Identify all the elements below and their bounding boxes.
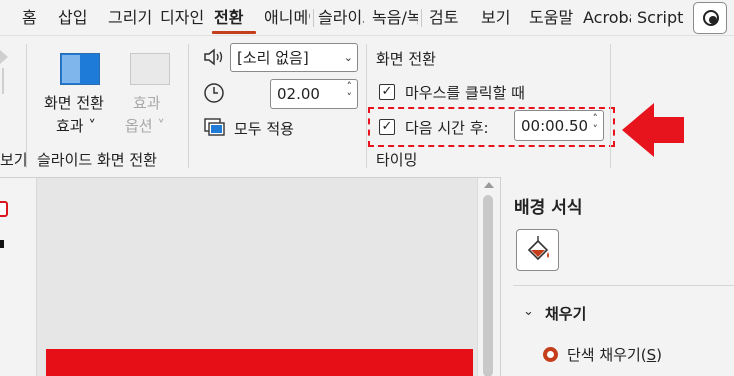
fill-tab-button[interactable] <box>516 229 559 271</box>
tab-home[interactable]: 홈 <box>22 6 44 30</box>
group-separator <box>26 44 27 168</box>
chevron-down-icon: ⌄ <box>343 51 353 64</box>
tab-view[interactable]: 보기 <box>481 6 521 30</box>
slide-thumbnail-strip[interactable] <box>0 178 37 376</box>
group-separator <box>366 44 367 168</box>
effect-options-icon[interactable] <box>130 53 170 85</box>
solid-fill-radio[interactable] <box>543 347 558 362</box>
effect-options-dropdown-label[interactable]: 옵션 ˅ <box>125 115 165 136</box>
tab-transitions[interactable]: 전환 <box>214 6 256 30</box>
format-background-pane: 배경 서식 ⌄ 채우기 단색 채우기(S) <box>500 177 734 376</box>
tab-help[interactable]: 도움말 <box>529 6 575 30</box>
workspace <box>0 177 500 376</box>
vertical-scrollbar[interactable] <box>477 178 500 376</box>
slide-thumbnail-icon[interactable] <box>0 201 8 217</box>
tab-design[interactable]: 디자인 <box>160 6 206 30</box>
tab-acrobat[interactable]: Acrobat <box>583 6 631 30</box>
sound-select[interactable]: [소리 없음] ⌄ <box>230 43 358 72</box>
red-arrow-icon <box>620 101 686 163</box>
slide-canvas[interactable] <box>37 178 477 376</box>
spin-arrows-icon[interactable]: ˄ ˅ <box>347 81 353 103</box>
tab-insert[interactable]: 삽입 <box>58 6 96 30</box>
transition-effect-dropdown-label[interactable]: 효과 ˅ <box>56 115 96 136</box>
effect-options-label[interactable]: 효과 <box>133 92 161 113</box>
powerpoint-window: 홈 삽입 그리기 디자인 전환 애니메이션 슬라이드 쇼 녹음/녹화 검토 보기… <box>0 0 734 376</box>
fill-section-header[interactable]: 채우기 <box>545 303 586 324</box>
active-tab-indicator <box>212 31 256 34</box>
partial-group-label: 보기 <box>0 151 28 169</box>
record-button[interactable] <box>693 2 727 34</box>
on-mouse-click-label[interactable]: 마우스를 클릭할 때 <box>405 82 525 103</box>
chevron-down-icon[interactable]: ⌄ <box>523 304 534 319</box>
group-label-timing: 타이밍 <box>376 151 418 169</box>
record-icon <box>703 10 719 26</box>
duration-spinner[interactable]: 02.00 ˄ ˅ <box>270 79 358 109</box>
solid-fill-label[interactable]: 단색 채우기(S) <box>567 344 662 365</box>
ribbon: 보기 화면 전환 효과 ˅ 효과 옵션 ˅ 슬라이드 화면 전환 [소리 없음]… <box>0 36 734 176</box>
clock-icon <box>203 82 225 104</box>
transition-effect-label[interactable]: 화면 전환 <box>44 92 104 113</box>
tab-slide-show[interactable]: 슬라이드 쇼 <box>318 6 364 30</box>
group-separator <box>188 44 189 168</box>
scrollbar-thumb[interactable] <box>483 195 493 376</box>
duration-value: 02.00 <box>277 85 320 103</box>
highlight-annotation-box <box>368 107 615 147</box>
tab-separator <box>421 9 422 27</box>
transition-effect-icon[interactable] <box>60 53 100 85</box>
tab-draw[interactable]: 그리기 <box>108 6 152 30</box>
advance-slide-header: 화면 전환 <box>376 50 436 68</box>
paint-bucket-icon <box>527 236 549 261</box>
group-separator <box>610 44 611 168</box>
on-mouse-click-checkbox[interactable]: ✓ <box>379 84 395 100</box>
sound-icon <box>203 47 225 67</box>
tab-review[interactable]: 검토 <box>429 6 469 30</box>
tab-script[interactable]: Script <box>637 6 687 30</box>
ribbon-tab-bar: 홈 삽입 그리기 디자인 전환 애니메이션 슬라이드 쇼 녹음/녹화 검토 보기… <box>0 0 734 36</box>
slide-red-shape[interactable] <box>46 349 473 376</box>
scroll-up-arrow-icon[interactable] <box>484 182 494 188</box>
tab-animations[interactable]: 애니메이션 <box>264 6 310 30</box>
tab-record[interactable]: 녹음/녹화 <box>372 6 418 30</box>
thumbnail-marker <box>0 240 4 248</box>
apply-all-icon <box>203 117 227 139</box>
sound-select-value: [소리 없음] <box>237 49 309 67</box>
group-label-transitions: 슬라이드 화면 전환 <box>37 151 157 169</box>
pane-divider <box>513 285 734 286</box>
partial-preview-icon[interactable] <box>0 48 10 96</box>
tab-separator <box>313 9 314 27</box>
pane-title: 배경 서식 <box>514 198 583 218</box>
apply-all-button[interactable]: 모두 적용 <box>234 118 294 139</box>
